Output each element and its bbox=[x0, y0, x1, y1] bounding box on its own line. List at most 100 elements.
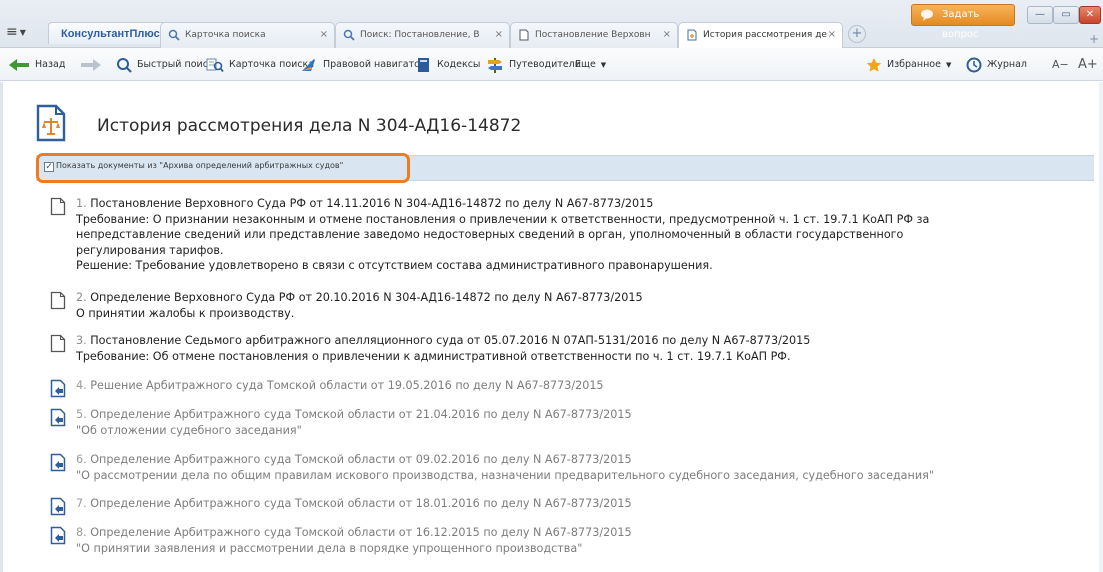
search-icon bbox=[343, 29, 355, 41]
expand-icon[interactable]: + bbox=[1089, 32, 1099, 46]
arrow-right-icon bbox=[81, 59, 101, 71]
document-title: Решение Арбитражного суда Томской област… bbox=[90, 379, 604, 392]
archive-document-icon bbox=[50, 408, 66, 427]
font-smaller-button[interactable]: A− bbox=[1052, 56, 1069, 74]
document-detail: Решение: Требование удовлетворено в связ… bbox=[76, 259, 713, 273]
guides-button[interactable]: Путеводители bbox=[486, 56, 581, 74]
document-link[interactable]: 2. Определение Верховного Суда РФ от 20.… bbox=[76, 290, 1066, 306]
tab-case-history[interactable]: История рассмотрения де × bbox=[678, 22, 843, 49]
document-number: 3. bbox=[76, 334, 87, 347]
quick-search-button[interactable]: Быстрый поиск bbox=[116, 56, 214, 74]
document-number: 4. bbox=[76, 379, 87, 392]
chevron-down-icon: ▼ bbox=[945, 61, 952, 69]
minimize-button[interactable]: — bbox=[1027, 6, 1053, 24]
document-link[interactable]: 5. Определение Арбитражного суда Томской… bbox=[76, 407, 1066, 423]
book-icon bbox=[418, 58, 429, 72]
document-number: 7. bbox=[76, 497, 87, 510]
case-history-icon bbox=[36, 104, 66, 142]
document-icon bbox=[50, 197, 66, 216]
close-icon[interactable]: × bbox=[320, 23, 328, 47]
brand-tab[interactable]: КонсультантПлюс bbox=[48, 22, 173, 44]
document-title: Определение Арбитражного суда Томской об… bbox=[90, 408, 632, 421]
codes-button[interactable]: Кодексы bbox=[416, 56, 480, 74]
legal-navigator-button[interactable]: Правовой навигатор bbox=[300, 56, 426, 74]
toolbar: Назад Быстрый поиск Карточка поиска Прав… bbox=[0, 48, 1103, 81]
document-detail: "О рассмотрении дела по общим правилам и… bbox=[76, 468, 935, 482]
document-link[interactable]: 1. Постановление Верховного Суда РФ от 1… bbox=[76, 196, 1066, 212]
document-number: 5. bbox=[76, 408, 87, 421]
document-icon bbox=[519, 29, 529, 41]
content-area: История рассмотрения дела N 304-АД16-148… bbox=[0, 82, 1103, 572]
ask-question-label: Задать вопрос bbox=[942, 9, 980, 40]
document-detail: Требование: Об отмене постановления о пр… bbox=[76, 349, 791, 363]
codes-label: Кодексы bbox=[437, 59, 481, 70]
right-border bbox=[1099, 82, 1103, 572]
close-icon[interactable]: × bbox=[828, 23, 836, 47]
left-border bbox=[0, 82, 3, 572]
font-larger-label: A+ bbox=[1078, 57, 1098, 72]
hamburger-icon: ≡ bbox=[6, 24, 18, 40]
archive-checkbox-label[interactable]: Показать документы из "Архива определени… bbox=[56, 161, 343, 170]
history-clock-icon bbox=[966, 57, 982, 73]
back-button[interactable]: Назад bbox=[8, 56, 65, 74]
search-card-icon bbox=[206, 58, 224, 73]
document-text: 8. Определение Арбитражного суда Томской… bbox=[76, 525, 1066, 556]
archive-checkbox[interactable]: ✓ bbox=[44, 162, 54, 172]
document-number: 2. bbox=[76, 291, 87, 304]
document-link[interactable]: 7. Определение Арбитражного суда Томской… bbox=[76, 496, 1066, 512]
page-title: История рассмотрения дела N 304-АД16-148… bbox=[97, 116, 522, 136]
close-icon[interactable]: × bbox=[663, 23, 671, 47]
document-detail: "Об отложении судебного заседания" bbox=[76, 423, 302, 437]
forward-button[interactable] bbox=[80, 56, 102, 74]
tab-search-results[interactable]: Поиск: Постановление, В × bbox=[335, 22, 510, 48]
favorites-button[interactable]: Избранное ▼ bbox=[866, 56, 951, 74]
archive-document-icon bbox=[50, 379, 66, 398]
archive-document-icon bbox=[50, 526, 66, 545]
document-link[interactable]: 6. Определение Арбитражного суда Томской… bbox=[76, 452, 1066, 468]
tab-label: Поиск: Постановление, В bbox=[360, 30, 480, 40]
close-icon[interactable]: × bbox=[495, 23, 503, 47]
document-number: 6. bbox=[76, 453, 87, 466]
star-icon bbox=[866, 58, 882, 72]
document-link[interactable]: 4. Решение Арбитражного суда Томской обл… bbox=[76, 378, 1066, 394]
tab-search-card[interactable]: Карточка поиска × bbox=[160, 22, 335, 48]
document-detail: О принятии жалобы к производству. bbox=[76, 306, 295, 320]
document-title: Определение Арбитражного суда Томской об… bbox=[90, 453, 632, 466]
document-text: 6. Определение Арбитражного суда Томской… bbox=[76, 452, 1066, 483]
document-title: Постановление Седьмого арбитражного апел… bbox=[90, 334, 811, 347]
document-title: Постановление Верховного Суда РФ от 14.1… bbox=[90, 197, 654, 210]
tab-document[interactable]: Постановление Верховн × bbox=[510, 22, 678, 48]
document-text: 1. Постановление Верховного Суда РФ от 1… bbox=[76, 196, 1066, 274]
document-title: Определение Арбитражного суда Томской об… bbox=[90, 526, 632, 539]
back-label: Назад bbox=[35, 59, 66, 70]
main-menu-button[interactable]: ≡ ▼ bbox=[6, 22, 34, 42]
close-window-button[interactable]: ✕ bbox=[1079, 6, 1101, 24]
document-link[interactable]: 8. Определение Арбитражного суда Томской… bbox=[76, 525, 1066, 541]
more-label: Еще bbox=[575, 59, 596, 70]
document-detail: непредставление сведений или представлен… bbox=[76, 228, 904, 242]
more-button[interactable]: Еще ▼ bbox=[575, 56, 606, 74]
navigator-icon bbox=[302, 59, 315, 71]
chevron-down-icon: ▼ bbox=[600, 61, 607, 69]
archive-document-icon bbox=[50, 453, 66, 472]
tab-bar: ≡ ▼ КонсультантПлюс Карточка поиска × По… bbox=[0, 0, 1103, 49]
arrow-left-icon bbox=[9, 59, 29, 71]
document-detail: Требование: О признании незаконным и отм… bbox=[76, 212, 930, 226]
font-larger-button[interactable]: A+ bbox=[1078, 56, 1098, 74]
ask-question-button[interactable]: Задать вопрос bbox=[911, 4, 1015, 40]
document-detail: "О принятии заявления и рассмотрении дел… bbox=[76, 541, 583, 555]
signpost-icon bbox=[488, 58, 502, 73]
journal-button[interactable]: Журнал bbox=[966, 56, 1027, 74]
document-icon bbox=[50, 291, 66, 310]
search-card-button[interactable]: Карточка поиска bbox=[206, 56, 314, 74]
search-icon bbox=[117, 58, 132, 73]
document-link[interactable]: 3. Постановление Седьмого арбитражного а… bbox=[76, 333, 1066, 349]
journal-label: Журнал bbox=[987, 59, 1027, 70]
maximize-button[interactable]: ▭ bbox=[1053, 6, 1079, 24]
chevron-down-icon: ▼ bbox=[19, 27, 26, 37]
document-text: 4. Решение Арбитражного суда Томской обл… bbox=[76, 378, 1066, 394]
font-smaller-label: A− bbox=[1052, 58, 1069, 71]
new-tab-button[interactable]: + bbox=[848, 25, 866, 43]
document-icon bbox=[50, 334, 66, 353]
case-history-icon bbox=[687, 29, 697, 41]
